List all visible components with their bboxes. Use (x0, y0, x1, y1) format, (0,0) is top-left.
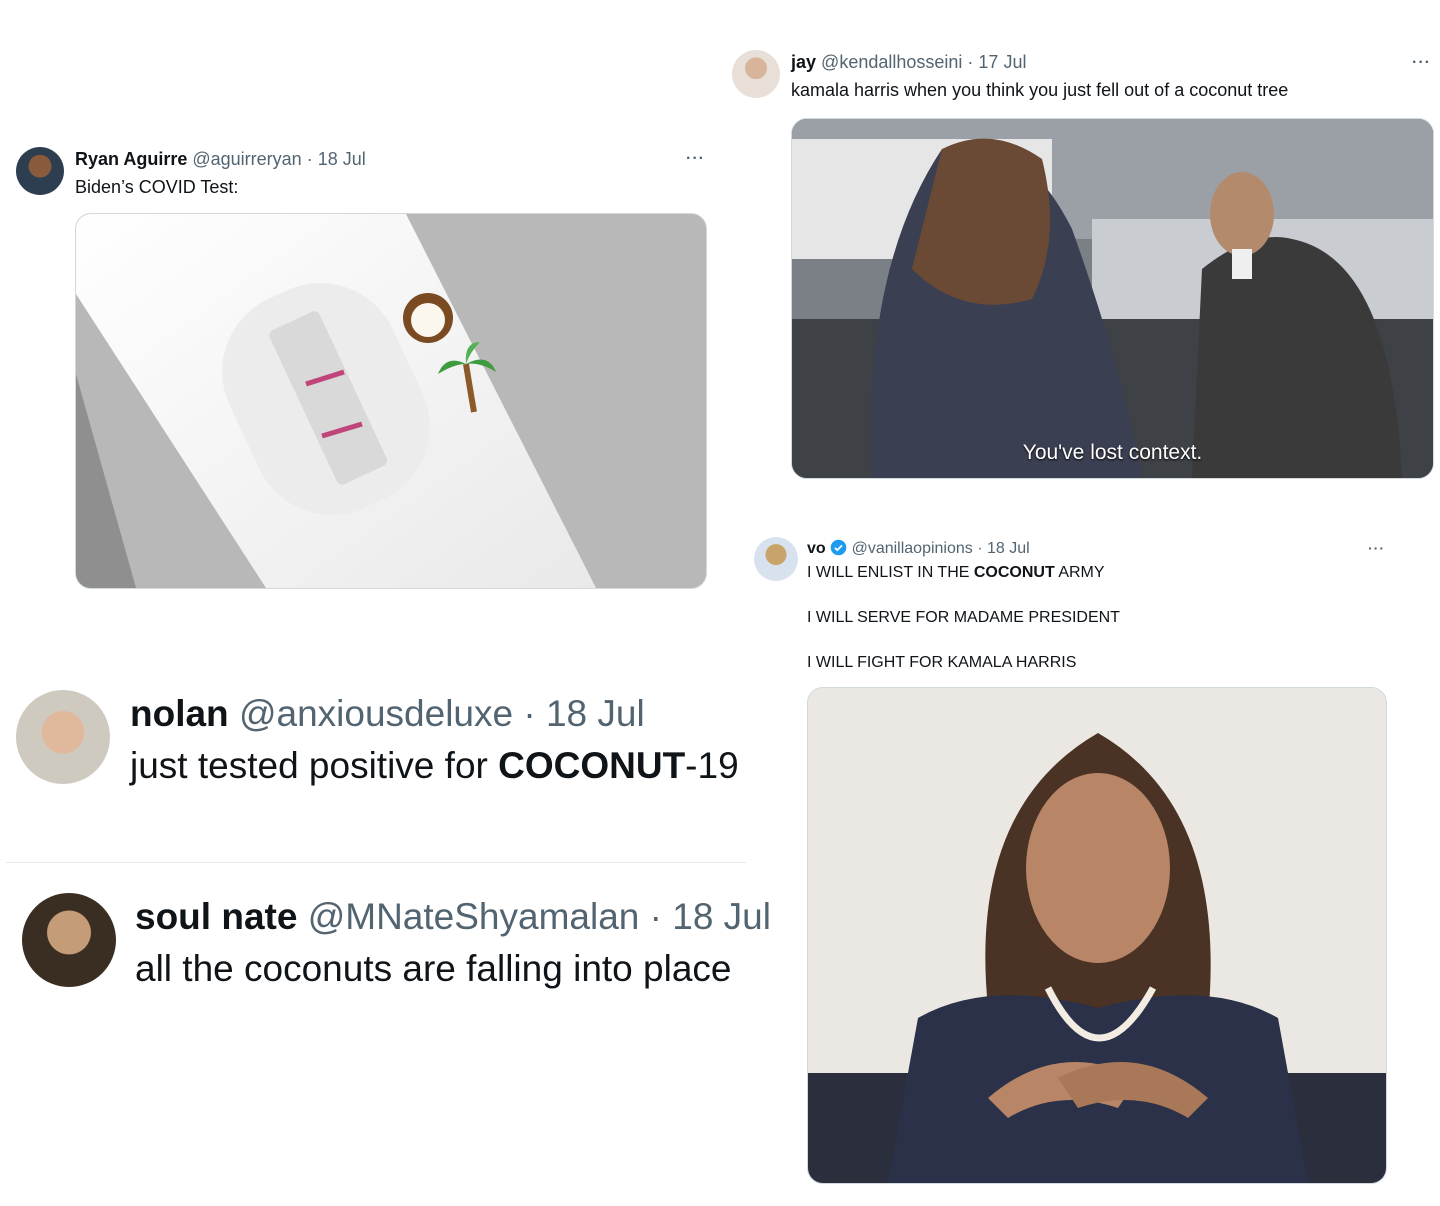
avatar[interactable] (732, 50, 780, 98)
tweet-header: vo @vanillaopinions · 18 Jul (807, 539, 1030, 561)
tweet-text: just tested positive for COCONUT-19 (130, 745, 739, 786)
tweet-header: nolan @anxiousdeluxe · 18 Jul (130, 693, 645, 735)
tweet-text-line-1: I WILL ENLIST IN THE COCONUT ARMY (807, 564, 1105, 581)
more-options-icon[interactable]: ··· (1412, 54, 1431, 72)
display-name[interactable]: nolan (130, 693, 229, 734)
tweet-text-line-3: I WILL FIGHT FOR KAMALA HARRIS (807, 654, 1077, 671)
tweet-text: kamala harris when you think you just fe… (791, 80, 1289, 100)
display-name[interactable]: soul nate (135, 896, 297, 937)
display-name[interactable]: vo (807, 540, 826, 557)
tweet-header: Ryan Aguirre @aguirreryan · 18 Jul (75, 149, 366, 170)
timestamp[interactable]: · 18 Jul (977, 540, 1029, 557)
tweet-text: all the coconuts are falling into place (135, 948, 732, 989)
handle[interactable]: @kendallhosseini (821, 52, 962, 72)
street-scene-illustration (792, 119, 1433, 478)
tweet-text: Biden’s COVID Test: (75, 177, 239, 197)
covid-test-photo[interactable] (75, 213, 707, 589)
handle[interactable]: @MNateShyamalan (308, 896, 640, 937)
succession-still-photo[interactable]: You've lost context. (791, 118, 1434, 479)
handle[interactable]: @vanillaopinions (852, 540, 973, 557)
more-options-icon[interactable]: ··· (1368, 540, 1385, 556)
coconut-icon (403, 293, 453, 343)
avatar[interactable] (22, 893, 116, 987)
tweet-header: jay @kendallhosseini · 17 Jul (791, 52, 1026, 73)
test-strip-illustration (76, 214, 706, 588)
display-name[interactable]: Ryan Aguirre (75, 149, 187, 169)
timestamp[interactable]: · 18 Jul (523, 693, 644, 734)
kamala-harris-photo[interactable] (807, 687, 1387, 1184)
tweet-header: soul nate @MNateShyamalan · 18 Jul (135, 896, 771, 938)
verified-badge-icon (830, 539, 847, 561)
portrait-illustration (808, 688, 1386, 1183)
avatar[interactable] (754, 537, 798, 581)
timestamp[interactable]: · 18 Jul (650, 896, 771, 937)
handle[interactable]: @aguirreryan (192, 149, 301, 169)
tweet-text-line-2: I WILL SERVE FOR MADAME PRESIDENT (807, 609, 1120, 626)
timestamp[interactable]: · 18 Jul (307, 149, 366, 169)
handle[interactable]: @anxiousdeluxe (239, 693, 513, 734)
avatar[interactable] (16, 690, 110, 784)
subtitle-caption: You've lost context. (1022, 441, 1203, 464)
avatar[interactable] (16, 147, 64, 195)
divider (6, 862, 746, 863)
more-options-icon[interactable]: ··· (686, 150, 705, 168)
timestamp[interactable]: · 17 Jul (967, 52, 1026, 72)
display-name[interactable]: jay (791, 52, 816, 72)
